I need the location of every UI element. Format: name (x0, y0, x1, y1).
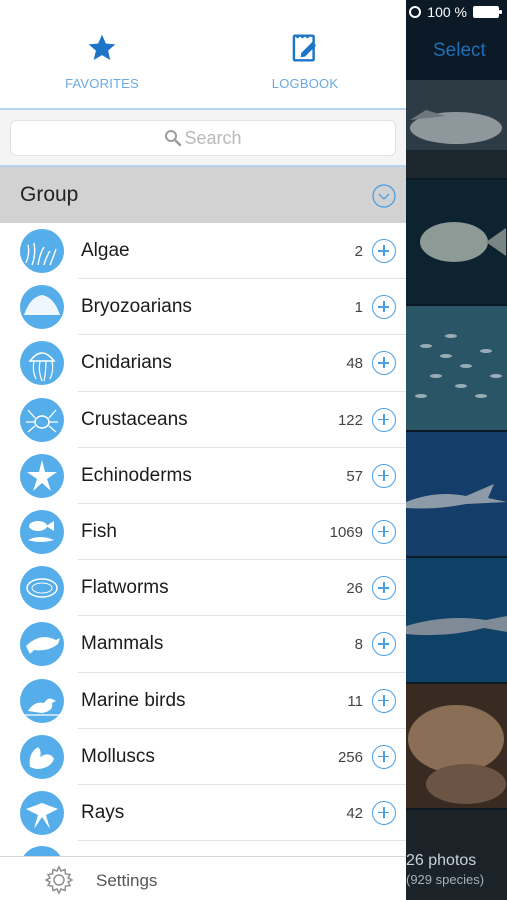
photo-thumbnail[interactable] (406, 558, 507, 682)
tab-logbook[interactable]: LOGBOOK (225, 32, 385, 91)
add-icon[interactable] (372, 519, 396, 544)
search-bar: Search (0, 110, 406, 167)
group-list: Algae 2 Bryozoarians 1 Cnidarians 48 Cru… (0, 223, 406, 842)
species-count-badge: 42 (346, 804, 363, 822)
orientation-lock-icon (409, 6, 422, 18)
list-item-mammals[interactable]: Mammals 8 (0, 616, 406, 673)
species-count-badge: 122 (337, 411, 363, 429)
species-count-badge: 11 (347, 692, 363, 710)
group-name: Molluscs (81, 745, 155, 767)
group-name: Crustaceans (81, 408, 188, 430)
group-name: Marine birds (81, 689, 186, 711)
group-name: Fish (81, 520, 117, 542)
group-name: Cnidarians (81, 352, 172, 374)
list-item-marine-birds[interactable]: Marine birds 11 (0, 672, 406, 729)
battery-icon (473, 6, 502, 18)
add-icon[interactable] (372, 295, 396, 320)
status-bar: 100 % (409, 4, 502, 20)
add-icon[interactable] (372, 744, 396, 769)
species-count-badge: 2 (354, 243, 363, 260)
chevron-down-icon[interactable] (372, 184, 396, 208)
add-icon[interactable] (372, 239, 396, 263)
group-name: Rays (81, 801, 125, 823)
group-header[interactable]: Group (0, 167, 406, 223)
settings-label: Settings (96, 871, 158, 890)
bird-icon (20, 678, 64, 723)
list-item-echinoderms[interactable]: Echinoderms 57 (0, 447, 406, 505)
species-count: (929 species) (406, 872, 485, 887)
species-count-badge: 26 (346, 580, 363, 598)
add-icon[interactable] (372, 688, 396, 713)
list-item-fish[interactable]: Fish 1069 (0, 503, 406, 561)
gear-icon[interactable] (44, 865, 74, 895)
select-button[interactable]: Select (433, 40, 486, 62)
starfish-icon (20, 453, 64, 498)
mollusc-icon (20, 734, 64, 779)
tab-favorites-label: FAVORITES (65, 76, 139, 91)
group-name: Flatworms (81, 577, 169, 599)
battery-percent: 100 % (427, 4, 467, 20)
search-placeholder: Search (184, 127, 242, 148)
star-icon (88, 34, 116, 60)
group-name: Echinoderms (81, 464, 192, 486)
list-item-cnidarians[interactable]: Cnidarians 48 (0, 335, 406, 392)
tab-favorites[interactable]: FAVORITES (22, 32, 182, 91)
add-icon[interactable] (372, 632, 396, 657)
search-icon (165, 130, 182, 147)
add-icon[interactable] (372, 407, 396, 432)
list-item-bryozoarians[interactable]: Bryozoarians 1 (0, 279, 406, 336)
bryozoarian-icon (20, 285, 64, 330)
group-name: Algae (81, 240, 130, 261)
jellyfish-icon (20, 341, 64, 386)
side-drawer: FAVORITES LOGBOOK Search Group Algae 2 B… (0, 0, 406, 900)
photo-thumbnail[interactable] (406, 432, 507, 556)
logbook-icon (292, 34, 317, 62)
add-icon[interactable] (372, 576, 396, 601)
search-input[interactable]: Search (10, 120, 396, 156)
tab-logbook-label: LOGBOOK (271, 76, 339, 91)
list-item-molluscs[interactable]: Molluscs 256 (0, 728, 406, 786)
species-count-badge: 1 (354, 299, 363, 317)
top-tabs: FAVORITES LOGBOOK (0, 0, 406, 110)
list-item-algae[interactable]: Algae 2 (0, 223, 406, 280)
photo-thumbnail[interactable] (406, 180, 507, 304)
add-icon[interactable] (372, 351, 396, 376)
ray-icon (20, 790, 64, 835)
settings-bar[interactable]: Settings (0, 856, 406, 900)
crab-icon (20, 397, 64, 442)
list-item-rays[interactable]: Rays 42 (0, 784, 406, 842)
add-icon[interactable] (372, 463, 396, 488)
photo-thumbnail[interactable] (406, 684, 507, 808)
dolphin-icon (20, 622, 64, 667)
photo-count: 26 photos (406, 852, 477, 869)
flatworm-icon (20, 566, 64, 611)
species-count-badge: 256 (337, 748, 363, 766)
list-item-crustaceans[interactable]: Crustaceans 122 (0, 391, 406, 448)
group-name: Bryozoarians (81, 296, 192, 318)
photo-thumbnail[interactable] (406, 80, 507, 178)
species-count-badge: 48 (346, 355, 363, 373)
fish-icon (20, 509, 64, 554)
algae-icon (20, 229, 64, 273)
species-count-badge: 8 (354, 636, 363, 654)
list-item-flatworms[interactable]: Flatworms 26 (0, 560, 406, 617)
species-count-badge: 1069 (329, 523, 363, 541)
group-title: Group (20, 183, 79, 206)
group-name: Mammals (81, 633, 164, 655)
photo-thumbnail[interactable] (406, 306, 507, 430)
species-count-badge: 57 (346, 467, 363, 485)
add-icon[interactable] (372, 800, 396, 825)
